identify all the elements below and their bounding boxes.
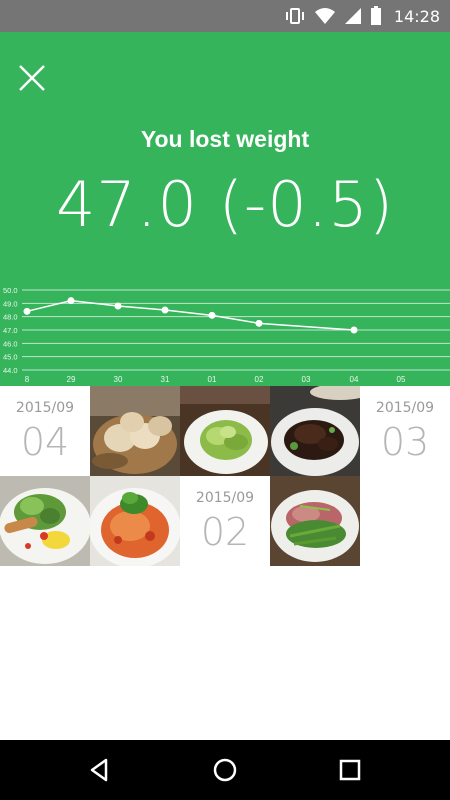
battery-icon: [370, 6, 381, 25]
chart-data-point: [161, 306, 169, 314]
date-year-month: 2015/09: [375, 400, 435, 416]
photo-braised-meat[interactable]: [270, 386, 360, 476]
chart-y-tick-label: 48.0: [3, 313, 18, 322]
wifi-icon: [314, 8, 335, 24]
date-year-month: 2015/09: [195, 490, 255, 506]
chart-data-point: [208, 311, 216, 319]
steak-salad-photo: [270, 476, 360, 566]
signal-icon: [344, 8, 361, 24]
chart-data-point: [350, 326, 358, 334]
date-day: 02: [200, 510, 250, 554]
navigation-bar: [0, 740, 450, 800]
salad-sausage-photo: [0, 476, 90, 566]
chart-data-point: [23, 307, 31, 315]
date-cell-03[interactable]: 2015/09 03: [360, 386, 450, 476]
weight-value: 47.0 (-0.5): [55, 168, 395, 241]
weight-summary-header: You lost weight 47.0 (-0.5) 50.0 49.0 48.0…: [0, 32, 450, 386]
chart-data-point: [114, 302, 122, 310]
chart-y-tick-label: 44.0: [3, 366, 18, 375]
photo-pasta[interactable]: [90, 476, 180, 566]
photo-bread[interactable]: [90, 386, 180, 476]
date-year-month: 2015/09: [15, 400, 75, 416]
close-icon[interactable]: [14, 60, 50, 96]
chart-y-tick-label: 50.0: [3, 286, 18, 295]
chart-x-tick-label: 31: [161, 375, 170, 384]
chart-series-line: [26, 299, 355, 331]
date-day: 03: [380, 420, 430, 464]
chart-x-tick-label: 04: [350, 375, 359, 384]
photo-steak-salad[interactable]: [270, 476, 360, 566]
status-time: 14:28: [393, 6, 440, 26]
chart-x-tick-label: 30: [114, 375, 123, 384]
chart-y-tick-label: 46.0: [3, 339, 18, 348]
chart-x-tick-label: 01: [208, 375, 217, 384]
chart-x-tick-label: 29: [67, 375, 76, 384]
photo-salad[interactable]: [180, 386, 270, 476]
chart-y-tick-label: 47.0: [3, 326, 18, 335]
chart-x-tick-label: 03: [302, 375, 311, 384]
status-bar: 14:28: [0, 0, 450, 32]
chart-x-tick-label: 8: [25, 375, 30, 384]
status-icons: 14:28: [284, 6, 440, 26]
salad-photo: [180, 386, 270, 476]
chart-y-tick-label: 49.0: [3, 299, 18, 308]
date-cell-04[interactable]: 2015/09 04: [0, 386, 90, 476]
photo-grid: 2015/09 04 2015/09 03 2015/09 02: [0, 386, 450, 566]
home-icon[interactable]: [209, 754, 241, 786]
photo-salad-sausage[interactable]: [0, 476, 90, 566]
recents-icon[interactable]: [334, 754, 366, 786]
date-cell-02[interactable]: 2015/09 02: [180, 476, 270, 566]
date-day: 04: [20, 420, 70, 464]
weight-chart: 50.0 49.0 48.0 47.0 46.0 45.0 44.0 8 29 30 31 01 02 0…: [3, 286, 450, 384]
vibrate-icon: [285, 8, 304, 24]
chart-x-tick-label: 05: [397, 375, 406, 384]
pasta-photo: [90, 476, 180, 566]
braised-meat-photo: [270, 386, 360, 476]
chart-y-tick-label: 45.0: [3, 353, 18, 362]
chart-x-tick-label: 02: [255, 375, 264, 384]
summary-headline: You lost weight: [140, 126, 310, 152]
chart-data-point: [67, 297, 75, 305]
back-icon[interactable]: [84, 754, 116, 786]
bread-photo: [90, 386, 180, 476]
chart-data-point: [255, 319, 263, 327]
